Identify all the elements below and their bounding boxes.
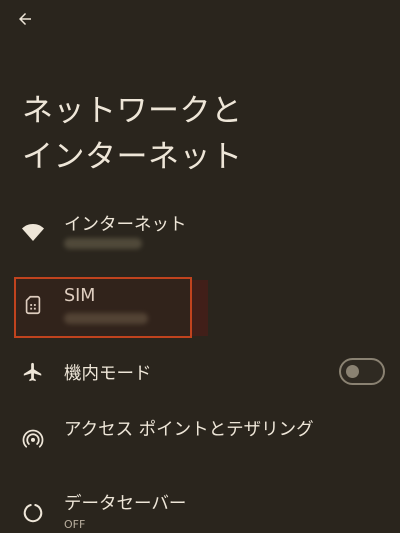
settings-item-data-saver[interactable]: データセーバー OFF [0,486,400,533]
arrow-back-icon [19,13,31,25]
airplane-mode-label: 機内モード [64,364,152,384]
page-title-line-1: ネットワークと [22,93,243,129]
airplane-icon [20,359,46,385]
back-button[interactable] [10,6,40,32]
internet-label: インターネット [64,215,187,235]
data-saver-label: データセーバー [64,494,187,514]
settings-item-sim[interactable]: SIM [0,280,400,338]
internet-summary-redacted [64,238,142,249]
sim-label: SIM [64,286,96,306]
data-saver-icon [20,500,46,526]
page-title-line-2: インターネット [22,139,243,175]
sim-card-icon [20,292,46,318]
toggle-knob [346,365,359,378]
page-title: ネットワークと インターネット [22,88,382,180]
hotspot-tethering-label: アクセス ポイントとテザリング [64,420,314,440]
airplane-mode-toggle[interactable] [339,358,385,385]
wifi-icon [20,219,46,245]
settings-item-hotspot-tethering[interactable]: アクセス ポイントとテザリング [0,410,400,466]
settings-item-internet[interactable]: インターネット [0,205,400,265]
sim-summary-redacted [64,313,148,324]
data-saver-summary: OFF [64,518,86,531]
hotspot-icon [20,426,46,452]
